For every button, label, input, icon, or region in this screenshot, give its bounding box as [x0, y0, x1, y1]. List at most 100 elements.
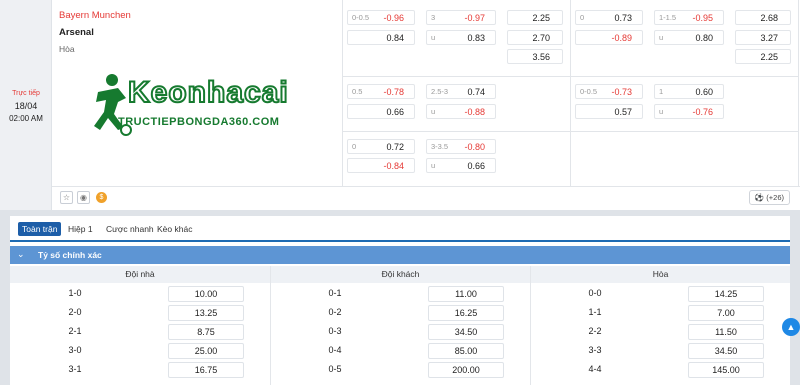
match-date: 18/04	[14, 101, 38, 111]
odds-cell[interactable]: 1-1.5 -0.95	[654, 10, 724, 25]
odds-cell[interactable]: u 0.83	[426, 30, 496, 45]
odds-cell[interactable]: 0-0.5 -0.96	[347, 10, 415, 25]
total-line: 3-3.5	[431, 142, 449, 151]
odds-cell[interactable]: -0.89	[575, 30, 643, 45]
score-odds-cell[interactable]: 13.25	[168, 305, 244, 321]
column-header-away: Đội khách	[271, 266, 530, 283]
under-label: u	[431, 33, 436, 42]
logo-name: Keonhacai	[127, 75, 289, 110]
odds-cell[interactable]: u -0.88	[426, 104, 496, 119]
odds-value: -0.89	[611, 33, 632, 43]
odds-cell[interactable]: 0.5 -0.78	[347, 84, 415, 99]
scroll-top-button[interactable]: ▲	[782, 318, 800, 336]
score-label: 3-1	[68, 364, 82, 374]
under-label: u	[431, 107, 436, 116]
score-odds-cell[interactable]: 34.50	[428, 324, 504, 340]
more-markets-button[interactable]: ⚽ (+26)	[748, 190, 790, 205]
score-odds-cell[interactable]: 16.75	[168, 362, 244, 378]
home-team[interactable]: Bayern Munchen	[59, 10, 131, 21]
odds-cell[interactable]: 2.25	[735, 49, 791, 64]
star-icon[interactable]: ☆	[60, 191, 73, 204]
score-label: 0-2	[328, 307, 342, 317]
score-label: 1-0	[68, 288, 82, 298]
coin-icon[interactable]: $	[96, 192, 107, 203]
odds-value: 2.68	[760, 13, 778, 23]
column-header-home: Đội nhà	[10, 266, 270, 283]
odds-cell[interactable]: 3.56	[507, 49, 563, 64]
match-detail-panel: Toàn trận Hiệp 1 Cược nhanh Kèo khác ⌄ T…	[10, 216, 790, 385]
under-label: u	[659, 107, 664, 116]
soccer-ball-icon: ⚽	[754, 193, 765, 202]
more-markets-count: (+26)	[766, 193, 784, 202]
section-title: Tỷ số chính xác	[38, 250, 102, 260]
handicap-line: 0-0.5	[352, 13, 370, 22]
score-label: 4-4	[588, 364, 602, 374]
odds-cell[interactable]: -0.84	[347, 158, 415, 173]
teams: Bayern Munchen Arsenal Hòa	[52, 0, 342, 78]
column-header-draw: Hòa	[531, 266, 790, 283]
odds-cell[interactable]: 3-3.5 -0.80	[426, 139, 496, 154]
away-team[interactable]: Arsenal	[59, 27, 94, 38]
score-odds-cell[interactable]: 200.00	[428, 362, 504, 378]
score-label: 0-1	[328, 288, 342, 298]
score-odds-cell[interactable]: 85.00	[428, 343, 504, 359]
odds-cell[interactable]: 1 0.60	[654, 84, 724, 99]
match-footer: ☆ ◉ $ ⚽ (+26)	[52, 186, 800, 210]
odds-value: 0.72	[386, 142, 404, 152]
odds-cell[interactable]: 2.68	[735, 10, 791, 25]
odds-cell[interactable]: 3.27	[735, 30, 791, 45]
eye-icon[interactable]: ◉	[77, 191, 90, 204]
odds-cell[interactable]: u 0.80	[654, 30, 724, 45]
score-odds-cell[interactable]: 11.50	[688, 324, 764, 340]
odds-cell[interactable]: 0 0.73	[575, 10, 643, 25]
tab-full-match[interactable]: Toàn trận	[18, 222, 62, 236]
odds-value: -0.96	[383, 13, 404, 23]
odds-value: 0.73	[614, 13, 632, 23]
divider	[530, 266, 531, 385]
tab-quick-bet[interactable]: Cược nhanh	[102, 222, 158, 236]
under-label: u	[431, 161, 436, 170]
score-odds-cell[interactable]: 145.00	[688, 362, 764, 378]
score-odds-cell[interactable]: 10.00	[168, 286, 244, 302]
divider	[342, 0, 343, 186]
odds-cell[interactable]: 2.70	[507, 30, 563, 45]
odds-cell[interactable]: u -0.76	[654, 104, 724, 119]
odds-cell[interactable]: 0.57	[575, 104, 643, 119]
score-odds-cell[interactable]: 34.50	[688, 343, 764, 359]
odds-value: 2.70	[532, 33, 550, 43]
odds-cell[interactable]: 3 -0.97	[426, 10, 496, 25]
tab-other-markets[interactable]: Kèo khác	[153, 222, 196, 236]
odds-cell[interactable]: u 0.66	[426, 158, 496, 173]
keonhacai-logo: Keonhacai TRUCTIEPBONGDA360.COM	[88, 72, 328, 136]
odds-value: -0.88	[464, 107, 485, 117]
odds-cell[interactable]: 0.66	[347, 104, 415, 119]
score-odds-cell[interactable]: 8.75	[168, 324, 244, 340]
score-odds-cell[interactable]: 7.00	[688, 305, 764, 321]
score-label: 0-5	[328, 364, 342, 374]
score-odds-cell[interactable]: 14.25	[688, 286, 764, 302]
handicap-line: 0.5	[352, 87, 363, 96]
chevron-down-icon: ⌄	[17, 249, 25, 259]
correct-score-header[interactable]: ⌄ Tỷ số chính xác	[10, 246, 790, 264]
score-odds-cell[interactable]: 25.00	[168, 343, 244, 359]
odds-value: -0.84	[383, 161, 404, 171]
odds-cell[interactable]: 0.84	[347, 30, 415, 45]
odds-cell[interactable]: 0-0.5 -0.73	[575, 84, 643, 99]
score-label: 2-2	[588, 326, 602, 336]
score-odds-cell[interactable]: 11.00	[428, 286, 504, 302]
odds-value: -0.97	[464, 13, 485, 23]
odds-cell[interactable]: 2.25	[507, 10, 563, 25]
odds-cell[interactable]: 2.5-3 0.74	[426, 84, 496, 99]
odds-value: -0.73	[611, 87, 632, 97]
odds-value: 0.74	[467, 87, 485, 97]
handicap-line: 0	[352, 142, 357, 151]
logo-site: TRUCTIEPBONGDA360.COM	[118, 116, 280, 128]
total-line: 1	[659, 87, 664, 96]
draw-label: Hòa	[59, 44, 75, 54]
odds-value: 0.57	[614, 107, 632, 117]
score-odds-cell[interactable]: 16.25	[428, 305, 504, 321]
odds-value: 0.84	[386, 33, 404, 43]
odds-cell[interactable]: 0 0.72	[347, 139, 415, 154]
arrow-up-icon: ▲	[786, 322, 796, 332]
tab-first-half[interactable]: Hiệp 1	[64, 222, 97, 236]
